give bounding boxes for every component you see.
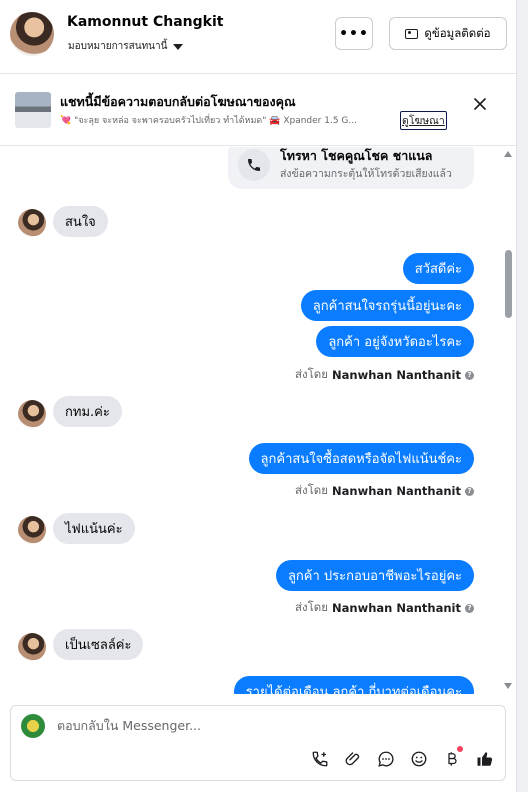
incoming-message[interactable]: เป็นเซลล์ค่ะ xyxy=(53,629,144,660)
sender-avatar[interactable] xyxy=(18,400,46,428)
close-icon[interactable] xyxy=(474,98,486,110)
contact-avatar[interactable] xyxy=(10,12,54,56)
phone-icon xyxy=(238,149,270,181)
sent-by-label: ส่งโดย Nanwhan Nanthanit ? xyxy=(295,599,474,617)
sender-avatar[interactable] xyxy=(18,209,46,237)
page-edge xyxy=(516,0,528,792)
conversation-header: Kamonnut Changkit มอบหมายการสนทนานี้ •••… xyxy=(0,0,516,74)
call-card-title: โทรหา โชคคูณโชค ชาแนล xyxy=(280,148,433,163)
outgoing-message[interactable]: ลูกค้าสนใจซื้อสดหรือจัดไฟแน้นช์คะ xyxy=(248,443,474,474)
ad-reply-banner: แชทนี้มีข้อความตอบกลับต่อโฆษณาของคุณ 💘 "… xyxy=(0,75,516,146)
sent-by-prefix: ส่งโดย xyxy=(294,483,329,497)
outgoing-message[interactable]: ลูกค้า อยู่จังหวัดอะไรคะ xyxy=(316,326,474,357)
sent-by-name: Nanwhan Nanthanit xyxy=(332,368,461,382)
notification-dot xyxy=(457,746,463,752)
scroll-down-arrow-icon[interactable] xyxy=(504,683,512,689)
sent-by-name: Nanwhan Nanthanit xyxy=(332,484,461,498)
help-icon[interactable]: ? xyxy=(465,486,474,496)
page-avatar xyxy=(21,714,45,738)
incoming-message[interactable]: กทม.ค่ะ xyxy=(53,396,122,427)
outgoing-message[interactable]: สวัสดีค่ะ xyxy=(402,253,474,284)
view-contact-info-label: ดูข้อมูลติดต่อ xyxy=(424,25,491,40)
scroll-up-arrow-icon[interactable] xyxy=(504,151,512,157)
ad-banner-subtitle: 💘 "จะลุย จะหล่อ จะพาครอบครัวไปเที่ยว ทำไ… xyxy=(60,116,357,126)
view-ad-link[interactable]: ดูโฆษณา xyxy=(400,111,447,130)
sender-avatar[interactable] xyxy=(18,633,46,661)
chevron-down-icon xyxy=(173,43,184,50)
chat-bubble-icon[interactable] xyxy=(376,749,396,769)
message-thread: โทรหา โชคคูณโชค ชาแนล ส่งข้อความกระตุ้นใ… xyxy=(0,147,516,694)
thread-scrollbar[interactable] xyxy=(502,147,514,694)
smiley-icon[interactable] xyxy=(409,749,429,769)
sender-avatar[interactable] xyxy=(18,516,46,544)
contact-name[interactable]: Kamonnut Changkit xyxy=(67,14,223,30)
reply-composer xyxy=(10,705,506,781)
sent-by-prefix: ส่งโดย xyxy=(294,367,329,381)
sent-by-label: ส่งโดย Nanwhan Nanthanit ? xyxy=(295,366,474,384)
incoming-message[interactable]: ไฟแน้นค่ะ xyxy=(53,513,135,544)
ad-banner-title: แชทนี้มีข้อความตอบกลับต่อโฆษณาของคุณ xyxy=(60,94,296,109)
incoming-message[interactable]: สนใจ xyxy=(53,206,108,237)
sent-by-prefix: ส่งโดย xyxy=(294,600,329,614)
more-options-button[interactable]: ••• xyxy=(335,17,373,50)
outgoing-message[interactable]: ลูกค้าสนใจรถรุ่นนี้อยู่นะคะ xyxy=(300,290,474,321)
thumbs-up-icon[interactable] xyxy=(475,749,495,769)
reply-input[interactable] xyxy=(57,718,477,733)
help-icon[interactable]: ? xyxy=(465,603,474,613)
paperclip-icon[interactable] xyxy=(343,749,363,769)
call-add-icon[interactable] xyxy=(310,749,330,769)
scrollbar-thumb[interactable] xyxy=(505,250,512,318)
assign-label: มอบหมายการสนทนานี้ xyxy=(68,41,168,52)
call-prompt-card[interactable]: โทรหา โชคคูณโชค ชาแนล ส่งข้อความกระตุ้นใ… xyxy=(228,147,474,189)
outgoing-message[interactable]: ลูกค้า ประกอบอาชีพอะไรอยู่คะ xyxy=(275,560,474,591)
view-contact-info-button[interactable]: ดูข้อมูลติดต่อ xyxy=(389,17,507,50)
composer-toolbar xyxy=(310,746,495,769)
baht-icon[interactable] xyxy=(442,746,463,769)
call-card-subtitle: ส่งข้อความกระตุ้นให้โทรด้วยเสียงแล้ว xyxy=(280,168,452,180)
ad-thumbnail xyxy=(15,92,51,128)
help-icon[interactable]: ? xyxy=(465,370,474,380)
assign-conversation-dropdown[interactable]: มอบหมายการสนทนานี้ xyxy=(68,39,184,54)
sent-by-name: Nanwhan Nanthanit xyxy=(332,601,461,615)
sent-by-label: ส่งโดย Nanwhan Nanthanit ? xyxy=(295,482,474,500)
contact-card-icon xyxy=(405,28,419,39)
outgoing-message[interactable]: รายได้ต่อเดือน ลูกค้า กี่บาทต่อเดือนคะ xyxy=(233,676,474,694)
